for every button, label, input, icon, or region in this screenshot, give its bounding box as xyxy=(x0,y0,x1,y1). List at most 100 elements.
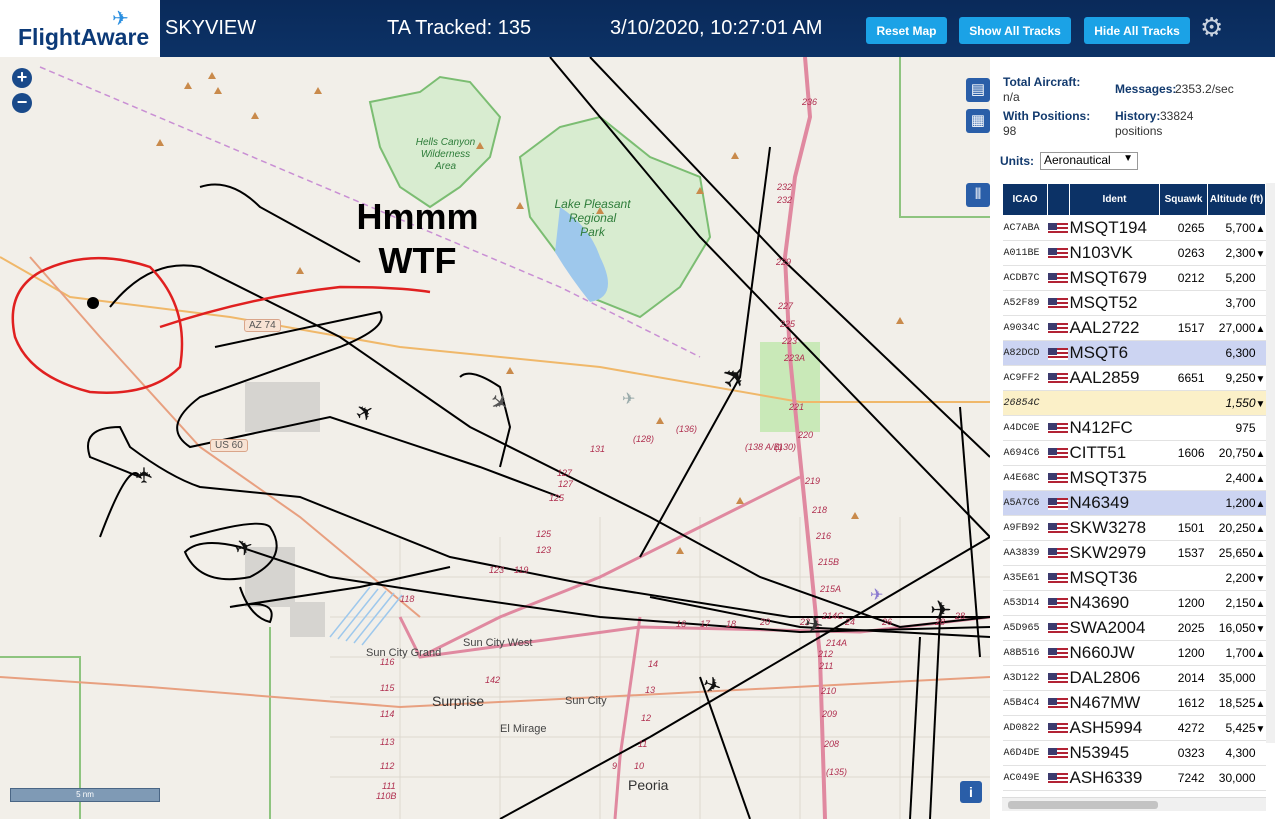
col-header-ident[interactable]: Ident xyxy=(1069,183,1160,216)
zoom-out-button[interactable]: − xyxy=(12,93,32,113)
col-header-flag[interactable] xyxy=(1047,183,1070,216)
altitude-value: 2,200 xyxy=(1225,571,1256,585)
table-row[interactable]: A5A7C6 N46349 1,200▲ xyxy=(1002,490,1266,516)
table-row[interactable]: A82DCD MSQT6 6,300 xyxy=(1002,340,1266,366)
zoom-in-button[interactable]: + xyxy=(12,68,32,88)
altitude-cell: 16,050▼ xyxy=(1207,615,1266,641)
road-number-label: 123 xyxy=(489,565,504,575)
road-number-label: 223A xyxy=(783,353,805,363)
urban-block xyxy=(290,602,325,637)
table-row[interactable]: A53D14 N43690 1200 2,150▲ xyxy=(1002,590,1266,616)
ident-cell: MSQT194 xyxy=(1069,215,1160,241)
table-row[interactable]: A4E68C MSQT375 2,400▲ xyxy=(1002,465,1266,491)
table-row[interactable]: A5D965 SWA2004 2025 16,050▼ xyxy=(1002,615,1266,641)
flightaware-logo[interactable]: ✈ FlightAware xyxy=(0,0,160,57)
flag-cell xyxy=(1047,365,1070,391)
scrollbar-thumb[interactable] xyxy=(1008,801,1158,809)
road-number-label: 28 xyxy=(954,611,965,621)
table-row[interactable]: A694C6 CITT51 1606 20,750▲ xyxy=(1002,440,1266,466)
altitude-trend-icon: ▲ xyxy=(1255,474,1266,485)
table-row[interactable]: A3D122 DAL2806 2014 35,000 xyxy=(1002,665,1266,691)
grid-icon[interactable]: ▦ xyxy=(966,109,990,133)
us-flag-icon xyxy=(1047,598,1068,611)
squawk-cell: 1200 xyxy=(1159,590,1208,616)
table-row[interactable]: A011BE N103VK 0263 2,300▼ xyxy=(1002,240,1266,266)
map-view[interactable]: 236 232 232 229 227 225 223 223A 221 220 219 218 216… xyxy=(0,57,990,819)
table-row[interactable]: AA3839 SKW2979 1537 25,650▲ xyxy=(1002,540,1266,566)
table-row[interactable]: 26854C 1,550▼ xyxy=(1002,390,1266,416)
hide-all-tracks-button[interactable]: Hide All Tracks xyxy=(1084,17,1190,44)
table-row[interactable]: ACDB7C MSQT679 0212 5,200 xyxy=(1002,265,1266,291)
icao-cell: A52F89 xyxy=(1002,290,1048,316)
altitude-cell: 20,750▲ xyxy=(1207,440,1266,466)
flag-cell xyxy=(1047,540,1070,566)
table-row[interactable]: A52F89 MSQT52 3,700 xyxy=(1002,290,1266,316)
icao-cell: A8B516 xyxy=(1002,640,1048,666)
altitude-cell: 20,250▲ xyxy=(1207,515,1266,541)
squawk-cell xyxy=(1159,465,1208,491)
table-row[interactable]: A35E61 MSQT36 2,200▼ xyxy=(1002,565,1266,591)
table-row[interactable]: A8B516 N660JW 1200 1,700▲ xyxy=(1002,640,1266,666)
us-flag-icon xyxy=(1047,573,1068,586)
altitude-cell: 4,300 xyxy=(1207,740,1266,766)
table-row[interactable]: A9034C AAL2722 1517 27,000▲ xyxy=(1002,315,1266,341)
table-row[interactable]: AC9FF2 AAL2859 6651 9,250▼ xyxy=(1002,365,1266,391)
altitude-trend-icon: ▲ xyxy=(1255,324,1266,335)
icao-cell: A4E68C xyxy=(1002,465,1048,491)
map-layers-icon[interactable]: ▤ xyxy=(966,78,990,102)
park-label-line: Regional xyxy=(568,211,617,225)
road-number-label: 10 xyxy=(634,761,644,771)
ident-cell: AAL2859 xyxy=(1069,365,1160,391)
table-row[interactable]: A6D4DE N53945 0323 4,300 xyxy=(1002,740,1266,766)
aircraft-icon[interactable]: ✈ xyxy=(622,389,635,409)
road-number-label: 225 xyxy=(779,319,796,329)
altitude-cell: 6,300 xyxy=(1207,340,1266,366)
icao-cell: A5A7C6 xyxy=(1002,490,1048,516)
altitude-value: 18,525 xyxy=(1218,696,1256,710)
altitude-trend-icon: ▼ xyxy=(1255,249,1266,260)
table-row[interactable]: A9FB92 SKW3278 1501 20,250▲ xyxy=(1002,515,1266,541)
icao-cell: A6D4DE xyxy=(1002,740,1048,766)
squawk-cell: 0265 xyxy=(1159,215,1208,241)
reset-map-button[interactable]: Reset Map xyxy=(866,17,947,44)
road-number-label: (136) xyxy=(676,424,697,434)
squawk-cell: 0263 xyxy=(1159,240,1208,266)
col-header-altitude[interactable]: Altitude (ft) xyxy=(1207,183,1266,216)
gear-icon[interactable]: ⚙ xyxy=(1200,12,1223,43)
altitude-value: 2,150 xyxy=(1225,596,1256,610)
info-icon[interactable]: i xyxy=(960,781,982,803)
road-number-label: 24 xyxy=(844,617,855,627)
road-number-label: 17 xyxy=(700,619,711,629)
flag-cell xyxy=(1047,515,1070,541)
altitude-trend-icon: ▲ xyxy=(1255,649,1266,660)
aircraft-table-container[interactable]: ICAO Ident Squawk Altitude (ft) AC7ABA MS… xyxy=(1002,183,1266,800)
aircraft-icon[interactable]: ✈ xyxy=(132,466,158,484)
show-all-tracks-button[interactable]: Show All Tracks xyxy=(959,17,1071,44)
aircraft-icon[interactable]: ✈ xyxy=(870,585,883,605)
road-number-label: (130) xyxy=(775,442,796,452)
col-header-icao[interactable]: ICAO xyxy=(1002,183,1048,216)
road-number-label: 227 xyxy=(777,301,794,311)
units-select[interactable]: Aeronautical ▼ xyxy=(1040,152,1138,170)
col-header-squawk[interactable]: Squawk xyxy=(1159,183,1208,216)
columns-toggle-icon[interactable]: ⫴ xyxy=(966,183,990,207)
table-row[interactable]: A4DC0E N412FC 975 xyxy=(1002,415,1266,441)
squawk-cell: 2014 xyxy=(1159,665,1208,691)
icao-cell: AC9FF2 xyxy=(1002,365,1048,391)
table-row[interactable]: AC049E ASH6339 7242 30,000 xyxy=(1002,765,1266,791)
altitude-cell: 18,525▲ xyxy=(1207,690,1266,716)
table-row[interactable]: A5B4C4 N467MW 1612 18,525▲ xyxy=(1002,690,1266,716)
table-row[interactable]: AD0822 ASH5994 4272 5,425▼ xyxy=(1002,715,1266,741)
squawk-cell: 1612 xyxy=(1159,690,1208,716)
ident-cell: SKW3278 xyxy=(1069,515,1160,541)
road-number-label: (135) xyxy=(826,767,847,777)
us-flag-icon xyxy=(1047,473,1068,486)
aircraft-icon[interactable]: ✈ xyxy=(930,595,952,626)
horizontal-scrollbar[interactable] xyxy=(1002,797,1266,811)
with-positions-label: With Positions: xyxy=(1003,109,1091,123)
park-label-line: Lake Pleasant xyxy=(554,197,631,211)
road-number-label: 118 xyxy=(400,594,414,604)
altitude-cell: 1,700▲ xyxy=(1207,640,1266,666)
table-row[interactable]: AC7ABA MSQT194 0265 5,700▲ xyxy=(1002,215,1266,241)
vertical-scrollbar[interactable] xyxy=(1266,183,1275,743)
